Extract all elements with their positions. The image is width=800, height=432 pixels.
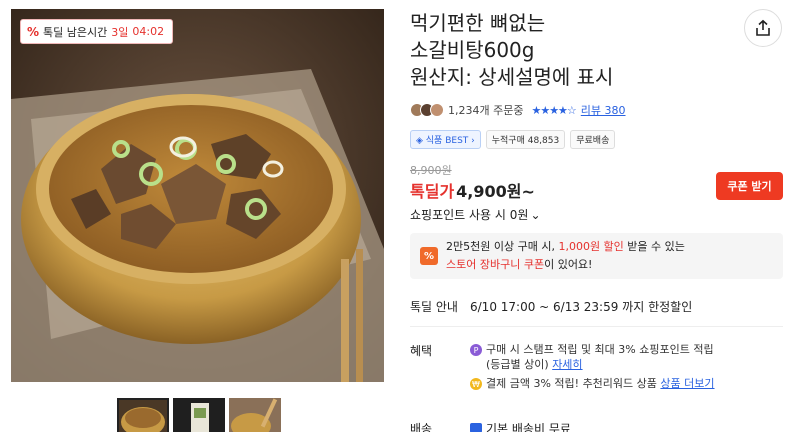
promo-text: 2만5천원 이상 구매 시, 1,000원 할인 받을 수 있는 스토어 장바구… <box>446 238 685 274</box>
promo-discount: 1,000원 할인 <box>558 240 624 253</box>
tag-food-best[interactable]: ◈ 식품 BEST › <box>410 130 481 149</box>
product-meta: 1,234개 주문중 ★★★★☆ 리뷰 380 <box>410 100 626 120</box>
reward-icon: ₩ <box>470 378 482 390</box>
buyer-avatars <box>410 103 444 117</box>
deal-timer-label: 톡딜 남은시간 <box>43 25 108 39</box>
product-title: 먹기편한 뼈없는 소갈비탕600g 원산지: 상세설명에 표시 <box>410 10 730 91</box>
benefit-item1-text: 구매 시 스탬프 적립 및 최대 3% 쇼핑포인트 적립 <box>486 343 714 356</box>
share-button[interactable] <box>744 9 782 47</box>
thumbnail-2[interactable] <box>173 398 225 432</box>
chevron-down-icon: ⌄ <box>530 207 541 222</box>
benefit-item-points: P 구매 시 스탬프 적립 및 최대 3% 쇼핑포인트 적립 (등급별 상이) … <box>470 342 715 372</box>
review-link[interactable]: 리뷰 380 <box>581 102 626 118</box>
benefit-item1-note: (등급별 상이) <box>486 358 553 371</box>
deal-info-text: 6/10 17:00 ~ 6/13 23:59 까지 한정할인 <box>470 300 693 314</box>
shipping-label: 배송 <box>410 422 433 432</box>
store-coupon-promo[interactable]: % 2만5천원 이상 구매 시, 1,000원 할인 받을 수 있는 스토어 장… <box>410 233 783 279</box>
tag-free-shipping: 무료배송 <box>570 130 616 149</box>
title-line-1: 먹기편한 뼈없는 <box>410 11 546 35</box>
product-page: % 톡딜 남은시간 3일 04:02 먹기편한 뼈없는 소갈비탕600g 원산지… <box>0 0 800 432</box>
thumbnail-1[interactable] <box>117 398 169 432</box>
thumbnail-3[interactable] <box>229 398 281 432</box>
promo-coupon-name: 스토어 장바구니 쿠폰 <box>446 258 545 271</box>
product-main-image[interactable] <box>11 9 384 382</box>
deal-timer-badge: % 톡딜 남은시간 3일 04:02 <box>20 19 174 44</box>
coupon-icon: % <box>420 247 438 265</box>
promo-line1-a: 2만5천원 이상 구매 시, <box>446 240 559 253</box>
deal-timer-time: 04:02 <box>132 25 165 38</box>
points-text: 쇼핑포인트 사용 시 0원 <box>410 208 529 222</box>
deal-info-row: 톡딜 안내 6/10 17:00 ~ 6/13 23:59 까지 한정할인 <box>410 298 692 315</box>
shipping-row: 배송 기본 배송비 무료 <box>410 420 571 432</box>
deal-price-label: 톡딜가 <box>410 182 455 201</box>
deal-timer-days: 3일 <box>111 25 129 39</box>
promo-line1-c: 받을 수 있는 <box>623 240 685 253</box>
shipping-text: 기본 배송비 무료 <box>470 420 571 432</box>
original-price: 8,900원 <box>410 164 452 177</box>
promo-line2-b: 이 있어요! <box>544 258 593 271</box>
benefit-item2-text: 결제 금액 3% 적립! 추천리워드 상품 <box>486 377 661 390</box>
shipping-fee: 기본 배송비 무료 <box>486 422 571 432</box>
product-tags: ◈ 식품 BEST › 누적구매 48,853 무료배송 <box>410 130 616 149</box>
deal-info-label: 톡딜 안내 <box>410 300 458 314</box>
divider <box>410 326 783 327</box>
benefit-list: P 구매 시 스탬프 적립 및 최대 3% 쇼핑포인트 적립 (등급별 상이) … <box>470 342 715 391</box>
share-icon <box>756 19 770 36</box>
more-products-link[interactable]: 상품 더보기 <box>660 377 714 390</box>
benefit-label: 혜택 <box>410 344 433 358</box>
truck-icon <box>470 423 482 432</box>
tag-cumulative-purchases: 누적구매 48,853 <box>485 130 566 149</box>
order-count: 1,234개 주문중 <box>448 104 524 117</box>
benefit-item-reward: ₩ 결제 금액 3% 적립! 추천리워드 상품 상품 더보기 <box>470 376 715 391</box>
points-toggle[interactable]: 쇼핑포인트 사용 시 0원 ⌄ <box>410 206 541 223</box>
rating-stars: ★★★★☆ <box>531 103 576 117</box>
deal-price: 톡딜가 4,900원~ <box>410 178 535 202</box>
thumbnail-strip <box>117 398 281 432</box>
title-line-2: 소갈비탕600g <box>410 38 535 62</box>
deal-price-value: 4,900원~ <box>456 182 535 201</box>
title-line-3: 원산지: 상세설명에 표시 <box>410 65 614 89</box>
point-icon: P <box>470 344 482 356</box>
benefit-details-link[interactable]: 자세히 <box>552 358 582 371</box>
avatar <box>430 103 444 117</box>
percent-icon: % <box>27 24 40 39</box>
coupon-button[interactable]: 쿠폰 받기 <box>716 172 783 200</box>
benefit-row: 혜택 P 구매 시 스탬프 적립 및 최대 3% 쇼핑포인트 적립 (등급별 상… <box>410 342 715 391</box>
